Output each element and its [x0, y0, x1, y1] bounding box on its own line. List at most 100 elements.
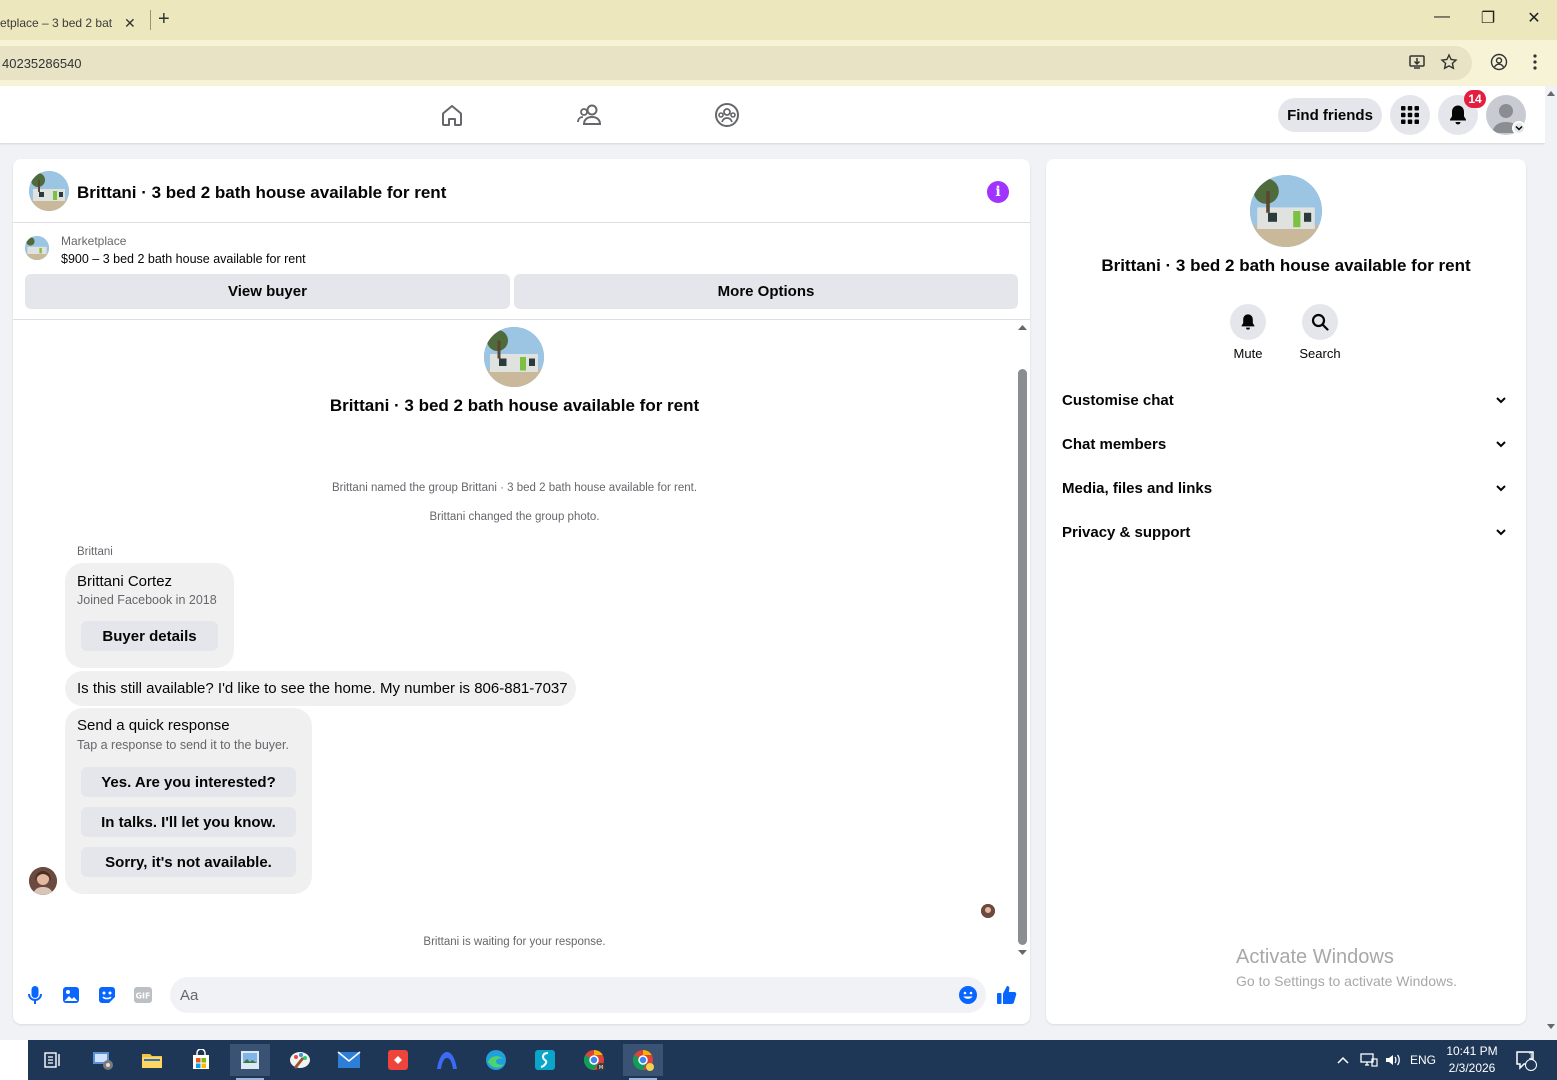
buyer-name: Brittani Cortez	[77, 573, 173, 590]
close-window-button[interactable]: ✕	[1519, 8, 1549, 28]
listing-price-title[interactable]: $900 – 3 bed 2 bath house available for …	[61, 252, 306, 266]
gif-icon[interactable]: GIF	[132, 984, 154, 1006]
chat-title: Brittani · 3 bed 2 bath house available …	[77, 183, 447, 202]
info-icon[interactable]: i	[987, 181, 1009, 203]
sticker-icon[interactable]	[96, 984, 118, 1006]
svg-text:M: M	[599, 1065, 603, 1071]
message-thread: Brittani · 3 bed 2 bath house available …	[13, 321, 1030, 961]
quick-response-subtitle: Tap a response to send it to the buyer.	[77, 738, 289, 752]
photos-app-icon[interactable]	[230, 1044, 270, 1080]
language-indicator[interactable]: ENG	[1410, 1040, 1436, 1080]
quick-response-title: Send a quick response	[77, 717, 230, 734]
search-label: Search	[1299, 346, 1341, 361]
chrome-profile-m-icon[interactable]: M	[574, 1044, 614, 1076]
paint-app-icon[interactable]	[280, 1044, 320, 1076]
facebook-top-nav: Find friends 14	[0, 86, 1545, 143]
home-icon[interactable]	[437, 100, 467, 130]
scroll-down-icon[interactable]	[1018, 949, 1027, 958]
bookmark-star-icon[interactable]	[1438, 51, 1460, 73]
chat-members-section[interactable]: Chat members	[1062, 426, 1510, 462]
friends-icon[interactable]	[575, 100, 605, 130]
mail-icon[interactable]	[329, 1044, 369, 1076]
message-bubble: Is this still available? I'd like to see…	[65, 671, 576, 706]
activate-windows-watermark: Activate Windows Go to Settings to activ…	[1236, 946, 1457, 989]
menu-grid-button[interactable]	[1390, 95, 1430, 135]
buyer-joined: Joined Facebook in 2018	[77, 593, 217, 607]
restore-button[interactable]: ❐	[1473, 8, 1503, 28]
volume-icon[interactable]	[1384, 1040, 1402, 1080]
anydesk-icon[interactable]	[378, 1044, 418, 1076]
thread-title: Brittani · 3 bed 2 bath house available …	[329, 396, 700, 415]
file-explorer-icon[interactable]	[132, 1044, 172, 1076]
group-photo[interactable]	[29, 171, 69, 211]
find-friends-button[interactable]: Find friends	[1278, 98, 1382, 132]
marketplace-listing-strip: Marketplace $900 – 3 bed 2 bath house av…	[13, 224, 1030, 320]
minimize-button[interactable]: —	[1427, 8, 1457, 26]
message-input[interactable]	[170, 977, 986, 1013]
notifications-badge: 14	[1464, 90, 1486, 108]
settings-app-icon[interactable]	[83, 1044, 123, 1076]
tab-title: etplace – 3 bed 2 bath house available f…	[0, 16, 112, 30]
svg-text:GIF: GIF	[135, 992, 150, 1001]
watermark-line2: Go to Settings to activate Windows.	[1236, 973, 1457, 989]
grid-icon	[1401, 106, 1419, 124]
bell-icon	[1230, 304, 1266, 340]
profile-icon[interactable]	[1488, 51, 1510, 73]
view-buyer-button[interactable]: View buyer	[25, 274, 510, 309]
privacy-support-section[interactable]: Privacy & support	[1062, 514, 1510, 550]
quick-response-option[interactable]: Yes. Are you interested?	[81, 767, 296, 797]
start-button[interactable]	[0, 1040, 28, 1080]
quick-response-option[interactable]: In talks. I'll let you know.	[81, 807, 296, 837]
message-composer: GIF	[13, 967, 1030, 1024]
system-clock[interactable]: 10:41 PM 2/3/2026	[1442, 1043, 1502, 1077]
sender-avatar[interactable]	[29, 867, 57, 895]
quick-response-option[interactable]: Sorry, it's not available.	[81, 847, 296, 877]
media-files-links-section[interactable]: Media, files and links	[1062, 470, 1510, 506]
chevron-down-icon	[1496, 440, 1506, 447]
address-bar-row: 40235286540	[0, 40, 1557, 86]
scroll-up-icon[interactable]	[1018, 323, 1027, 332]
search-action[interactable]: Search	[1290, 304, 1350, 361]
info-group-photo[interactable]	[1250, 175, 1322, 247]
script-app-icon[interactable]	[525, 1044, 565, 1076]
install-app-icon[interactable]	[1406, 51, 1428, 73]
marketplace-label: Marketplace	[61, 234, 127, 248]
windows-taskbar: M ENG 10:41 PM 2/3/2026 1	[0, 1040, 1557, 1080]
thumbs-up-icon[interactable]	[996, 984, 1018, 1006]
browser-tab[interactable]: etplace – 3 bed 2 bath house available f…	[0, 6, 146, 40]
new-tab-button[interactable]: +	[158, 8, 170, 31]
account-chevron-down-icon[interactable]	[1512, 121, 1526, 135]
groups-icon[interactable]	[712, 100, 742, 130]
page-scrollbar[interactable]	[1545, 86, 1557, 1040]
clock-time: 10:41 PM	[1446, 1044, 1498, 1058]
browser-menu-icon[interactable]	[1524, 51, 1546, 73]
photo-icon[interactable]	[60, 984, 82, 1006]
url-field[interactable]: 40235286540	[0, 46, 1472, 80]
network-icon[interactable]	[1360, 1040, 1378, 1080]
group-photo-large	[484, 327, 544, 387]
waiting-status: Brittani is waiting for your response.	[423, 936, 606, 948]
chrome-active-icon[interactable]	[623, 1044, 663, 1080]
tab-close-icon[interactable]: ✕	[124, 15, 136, 32]
chat-panel: Brittani · 3 bed 2 bath house available …	[13, 159, 1030, 1024]
chevron-down-icon	[1496, 484, 1506, 491]
buyer-details-button[interactable]: Buyer details	[81, 621, 218, 651]
customise-chat-section[interactable]: Customise chat	[1062, 382, 1510, 418]
store-icon[interactable]	[181, 1044, 221, 1076]
task-view-icon[interactable]	[33, 1044, 73, 1076]
more-options-button[interactable]: More Options	[514, 274, 1018, 309]
show-hidden-icons[interactable]	[1336, 1040, 1350, 1080]
thread-scrollbar[interactable]	[1016, 321, 1027, 961]
action-center-count: 1	[1528, 1051, 1534, 1062]
emoji-icon[interactable]	[957, 984, 979, 1006]
section-label: Chat members	[1062, 435, 1167, 453]
microphone-icon[interactable]	[24, 984, 46, 1006]
mute-action[interactable]: Mute	[1218, 304, 1278, 361]
system-message: Brittani named the group Brittani · 3 be…	[331, 482, 698, 494]
action-center-icon[interactable]: 1	[1514, 1040, 1538, 1080]
arc-app-icon[interactable]	[427, 1044, 467, 1076]
read-receipt-avatar	[981, 904, 995, 918]
scroll-thumb[interactable]	[1018, 369, 1027, 945]
edge-icon[interactable]	[476, 1044, 516, 1076]
listing-thumbnail[interactable]	[25, 236, 49, 260]
